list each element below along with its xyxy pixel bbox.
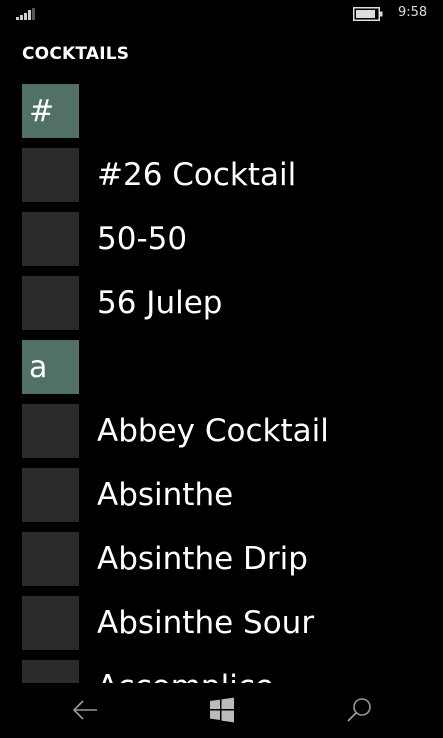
back-arrow-icon[interactable] [70, 695, 100, 725]
item-label: Absinthe [97, 477, 234, 513]
group-header-hash[interactable]: # [22, 84, 79, 138]
group-tile[interactable]: # [22, 84, 79, 138]
item-label: 50-50 [97, 221, 188, 257]
item-thumbnail [22, 212, 79, 266]
item-label: Absinthe Sour [97, 605, 315, 641]
item-thumbnail [22, 276, 79, 330]
group-header-a[interactable]: a [22, 340, 79, 394]
item-thumbnail [22, 148, 79, 202]
navigation-bar [0, 683, 443, 738]
item-thumbnail [22, 596, 79, 650]
item-thumbnail [22, 532, 79, 586]
item-label: Absinthe Drip [97, 541, 308, 577]
item-thumbnail [22, 468, 79, 522]
cocktail-list[interactable]: # #26 Cocktail 50-50 56 Julep a Abbey Co… [0, 84, 443, 683]
item-thumbnail [22, 660, 79, 683]
item-thumbnail [22, 404, 79, 458]
item-label: #26 Cocktail [97, 157, 297, 193]
signal-bars-icon [16, 8, 35, 20]
status-bar: 9:58 [0, 0, 443, 30]
item-label: Abbey Cocktail [97, 413, 329, 449]
group-tile[interactable]: a [22, 340, 79, 394]
group-letter: # [29, 93, 55, 129]
list-item[interactable]: #26 Cocktail [22, 148, 296, 202]
item-label: Accomplice [97, 669, 274, 683]
windows-logo-icon[interactable] [207, 695, 237, 725]
group-letter: a [29, 349, 48, 385]
list-item[interactable]: Absinthe Sour [22, 596, 314, 650]
list-item[interactable]: Absinthe Drip [22, 532, 308, 586]
list-item[interactable]: Abbey Cocktail [22, 404, 329, 458]
list-item[interactable]: Absinthe [22, 468, 233, 522]
status-time: 9:58 [398, 5, 428, 20]
search-icon[interactable] [345, 695, 375, 725]
list-item[interactable]: 50-50 [22, 212, 187, 266]
item-label: 56 Julep [97, 285, 223, 321]
list-item[interactable]: 56 Julep [22, 276, 222, 330]
list-item[interactable]: Accomplice [22, 660, 274, 683]
page-title: COCKTAILS [22, 44, 130, 64]
battery-icon [353, 7, 383, 21]
